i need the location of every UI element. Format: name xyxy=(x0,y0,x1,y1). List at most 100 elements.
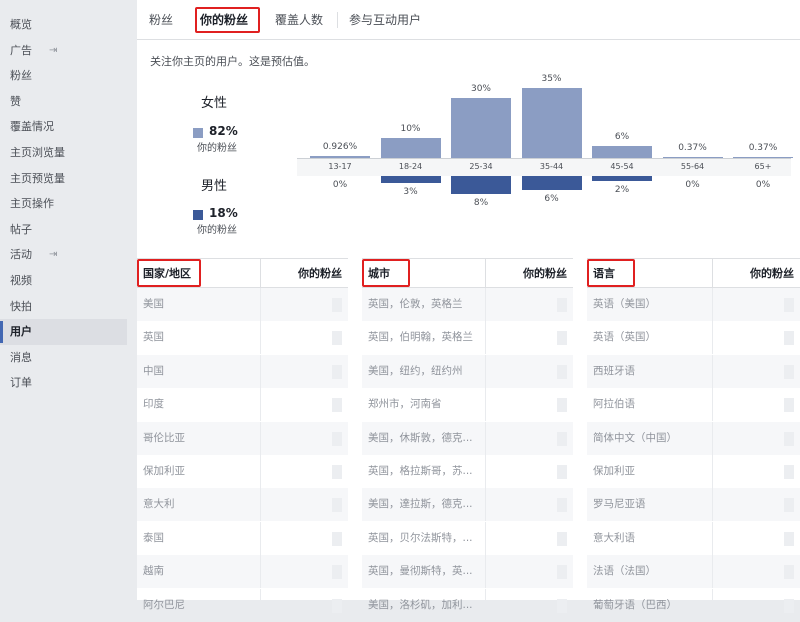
row-divider xyxy=(485,288,486,321)
sidebar-item[interactable]: 赞 xyxy=(0,89,127,115)
table-row[interactable]: 西班牙语 xyxy=(587,354,800,388)
age-tick-label: 35-44 xyxy=(539,162,564,171)
sidebar-item[interactable]: 活动 ⇥ xyxy=(0,242,127,268)
table-row[interactable]: 保加利亚 xyxy=(137,455,348,488)
row-divider xyxy=(260,521,261,555)
sidebar-item[interactable]: 快拍 xyxy=(0,294,127,320)
table-row[interactable]: 中国 xyxy=(137,354,348,388)
table-header: 语言 你的粉丝 xyxy=(587,258,800,289)
tab-engaged-users[interactable]: 参与互动用户 xyxy=(349,0,421,40)
header-divider xyxy=(260,259,261,289)
table-row[interactable]: 意大利语 xyxy=(587,521,800,555)
row-label: 意大利语 xyxy=(593,531,635,544)
male-bar-label: 0% xyxy=(755,180,771,190)
value-column-header[interactable]: 你的粉丝 xyxy=(750,259,794,289)
table-row[interactable]: 美国 xyxy=(137,288,348,321)
sidebar-item[interactable]: 消息 xyxy=(0,345,127,371)
value-column-header[interactable]: 你的粉丝 xyxy=(298,259,342,289)
row-divider xyxy=(485,388,486,422)
female-bar[interactable] xyxy=(451,98,511,158)
table-row[interactable]: 英国，伦敦，英格兰 xyxy=(362,288,573,321)
table-row[interactable]: 印度 xyxy=(137,388,348,422)
female-bar[interactable] xyxy=(310,156,370,158)
table-row[interactable]: 哥伦比亚 xyxy=(137,421,348,455)
female-bar[interactable] xyxy=(521,88,582,158)
table-row[interactable]: 简体中文（中国） xyxy=(587,421,800,455)
table-row[interactable]: 保加利亚 xyxy=(587,455,800,488)
external-link-icon: ⇥ xyxy=(49,249,58,261)
sidebar-item[interactable]: 主页操作 xyxy=(0,191,127,217)
female-bar[interactable] xyxy=(380,138,441,158)
row-divider xyxy=(485,321,486,355)
female-bar-label: 6% xyxy=(614,132,630,142)
female-bar[interactable] xyxy=(662,156,723,158)
redacted-value xyxy=(557,398,567,413)
redacted-value xyxy=(557,498,567,513)
table-gap xyxy=(348,258,362,600)
table-row[interactable]: 英语（英国） xyxy=(587,321,800,355)
tab-your-fans[interactable]: 你的粉丝 xyxy=(200,0,248,40)
female-bar[interactable] xyxy=(733,156,793,158)
row-divider xyxy=(485,354,486,388)
sidebar-item[interactable]: 用户 xyxy=(0,319,127,345)
female-swatch xyxy=(193,128,203,138)
sidebar-item[interactable]: 主页浏览量 xyxy=(0,140,127,166)
female-bar-label: 0.926% xyxy=(322,142,358,153)
male-bar-label: 2% xyxy=(614,184,630,195)
tab-fans[interactable]: 粉丝 xyxy=(149,0,173,40)
table-row[interactable]: 葡萄牙语（巴西） xyxy=(587,588,800,622)
column-header[interactable]: 国家/地区 xyxy=(143,259,191,289)
row-divider xyxy=(260,421,261,455)
table-row[interactable]: 越南 xyxy=(137,555,348,589)
table-row[interactable]: 英国，伯明翰，英格兰 xyxy=(362,321,573,355)
sidebar-item[interactable]: 主页预览量 xyxy=(0,166,127,192)
row-label: 保加利亚 xyxy=(143,465,185,477)
sidebar-item[interactable]: 视频 xyxy=(0,268,127,294)
table-row[interactable]: 泰国 xyxy=(137,521,348,555)
male-bar[interactable] xyxy=(592,176,652,181)
sidebar-item[interactable]: 广告 ⇥ xyxy=(0,38,127,64)
table-row[interactable]: 阿拉伯语 xyxy=(587,388,800,422)
redacted-value xyxy=(784,398,794,413)
row-divider xyxy=(712,588,713,622)
table-row[interactable]: 英语（美国） xyxy=(587,288,800,321)
row-divider xyxy=(260,455,261,488)
value-column-header[interactable]: 你的粉丝 xyxy=(523,259,567,289)
sidebar-item-label: 快拍 xyxy=(10,299,32,313)
table-row[interactable]: 英国，贝尔法斯特，... xyxy=(362,521,573,555)
table-row[interactable]: 法语（法国） xyxy=(587,555,800,589)
female-bar[interactable] xyxy=(592,146,652,158)
column-header[interactable]: 城市 xyxy=(368,259,390,289)
row-divider xyxy=(712,421,713,455)
table-row[interactable]: 阿尔巴尼 xyxy=(137,588,348,622)
table-row[interactable]: 郑州市，河南省 xyxy=(362,388,573,422)
page-subtitle: 关注你主页的用户。这是预估值。 xyxy=(150,55,315,68)
sidebar-item[interactable]: 粉丝 xyxy=(0,63,127,89)
table-row[interactable]: 美国，達拉斯，德克... xyxy=(362,488,573,522)
table-row[interactable]: 美国，休斯敦，德克... xyxy=(362,421,573,455)
male-bar-label: 3% xyxy=(403,186,418,197)
male-bar-label: 6% xyxy=(544,193,559,204)
table-row[interactable]: 英国，格拉斯哥，苏... xyxy=(362,455,573,488)
table-row[interactable]: 英国，曼彻斯特，英... xyxy=(362,555,573,589)
row-label: 美国，達拉斯，德克... xyxy=(368,498,473,511)
column-header[interactable]: 语言 xyxy=(593,259,615,289)
male-bar[interactable] xyxy=(451,176,511,195)
male-bar[interactable] xyxy=(380,176,441,183)
header-divider xyxy=(485,259,486,289)
sidebar-item[interactable]: 订单 xyxy=(0,370,127,396)
sidebar-item[interactable]: 帖子 xyxy=(0,217,127,243)
tab-reach[interactable]: 覆盖人数 xyxy=(275,0,323,40)
row-divider xyxy=(260,388,261,422)
male-bar[interactable] xyxy=(521,176,582,190)
table-row[interactable]: 美国，纽约，纽约州 xyxy=(362,354,573,388)
table-row[interactable]: 美国，洛杉矶，加利... xyxy=(362,588,573,622)
axis-line xyxy=(297,158,791,159)
sidebar-item[interactable]: 概览 xyxy=(0,12,127,38)
table-row[interactable]: 罗马尼亚语 xyxy=(587,488,800,522)
table-row[interactable]: 英国 xyxy=(137,321,348,355)
table-row[interactable]: 意大利 xyxy=(137,488,348,522)
table-header: 国家/地区 你的粉丝 xyxy=(137,258,348,289)
sidebar-item[interactable]: 覆盖情况 xyxy=(0,114,127,140)
row-divider xyxy=(712,388,713,422)
